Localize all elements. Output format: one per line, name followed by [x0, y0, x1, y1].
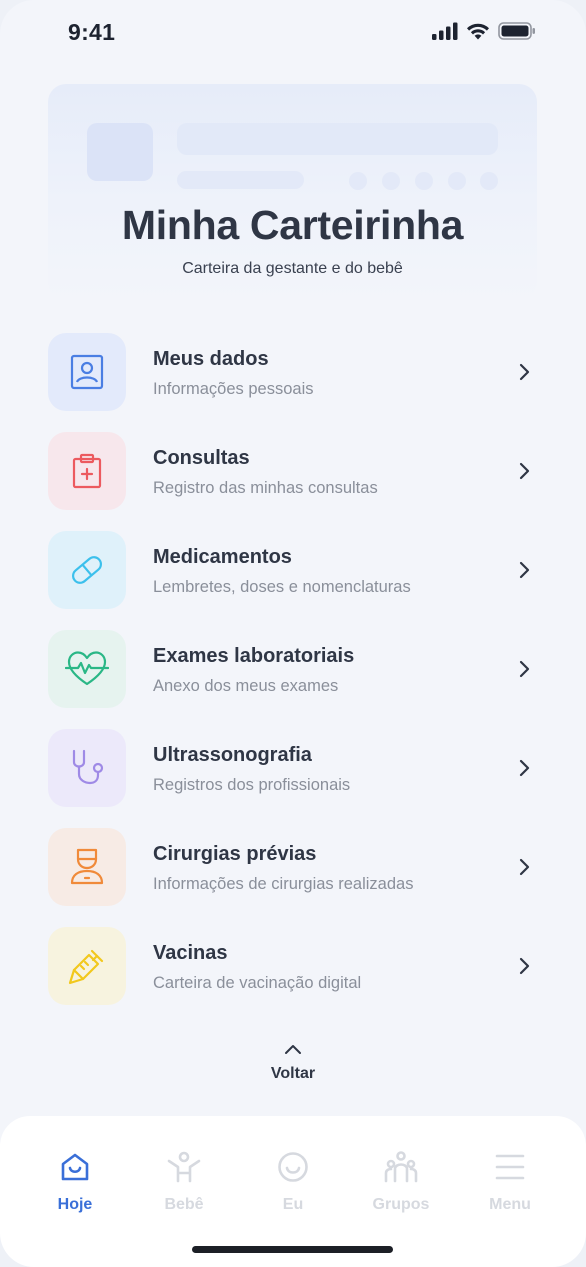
menu-item-title: Vacinas [153, 942, 228, 964]
icon-tile [48, 333, 126, 411]
pill-icon [72, 556, 102, 584]
wifi-icon [467, 23, 489, 40]
menu-item-subtitle: Carteira de vacinação digital [153, 974, 362, 992]
tab-label: Menu [489, 1196, 531, 1213]
skeleton-dot [448, 172, 466, 190]
tab-label: Eu [282, 1196, 304, 1213]
tab-hoje[interactable]: Hoje [20, 1148, 130, 1214]
icon-tile [48, 531, 126, 609]
menu-item-subtitle: Informações pessoais [153, 380, 314, 398]
skeleton-block [87, 123, 153, 181]
skeleton-dot [382, 172, 400, 190]
tab-label: Hoje [57, 1196, 93, 1213]
menu-list: Meus dados Informações pessoais Consulta… [48, 333, 538, 1026]
menu-item-subtitle: Informações de cirurgias realizadas [153, 875, 414, 893]
menu-item-vacinas[interactable]: Vacinas Carteira de vacinação digital [48, 927, 538, 1026]
icon-tile [48, 432, 126, 510]
menu-item-subtitle: Anexo dos meus exames [153, 677, 339, 695]
menu-item-meus-dados[interactable]: Meus dados Informações pessoais [48, 333, 538, 432]
back-label: Voltar [270, 1065, 316, 1082]
chevron-right-icon [519, 660, 530, 678]
menu-item-ultrassonografia[interactable]: Ultrassonografia Registros dos profissio… [48, 729, 538, 828]
skeleton-dot [349, 172, 367, 190]
syringe-icon [68, 949, 104, 985]
tab-bebe[interactable]: Bebê [129, 1148, 239, 1214]
menu-item-title: Exames laboratoriais [153, 645, 355, 667]
chevron-right-icon [519, 462, 530, 480]
page-title: Minha Carteirinha [121, 202, 464, 248]
chevron-right-icon [519, 957, 530, 975]
menu-item-title: Meus dados [153, 348, 269, 370]
status-bar: 9:41 [0, 0, 586, 64]
signal-icon [432, 22, 458, 40]
icon-tile [48, 828, 126, 906]
skeleton-dot [415, 172, 433, 190]
phone-screen: 9:41 Minha Carteirinha Carteira da gesta… [0, 0, 586, 1267]
menu-item-exames-laboratoriais[interactable]: Exames laboratoriais Anexo dos meus exam… [48, 630, 538, 729]
menu-item-subtitle: Lembretes, doses e nomenclaturas [153, 578, 411, 596]
icon-tile [48, 630, 126, 708]
heart-pulse-icon [65, 651, 109, 686]
menu-item-cirurgias-previas[interactable]: Cirurgias prévias Informações de cirurgi… [48, 828, 538, 927]
battery-icon [498, 22, 535, 40]
surgeon-icon [70, 848, 104, 885]
menu-item-title: Consultas [153, 447, 250, 469]
id-card-icon [70, 354, 104, 390]
skeleton-bar [177, 171, 304, 189]
chevron-right-icon [519, 363, 530, 381]
hamburger-menu-icon [495, 1154, 525, 1180]
tab-eu[interactable]: Eu [238, 1148, 348, 1214]
icon-tile [48, 927, 126, 1005]
status-icons [432, 22, 536, 40]
tab-grupos[interactable]: Grupos [346, 1148, 456, 1214]
menu-item-title: Medicamentos [153, 546, 292, 568]
menu-item-subtitle: Registro das minhas consultas [153, 479, 378, 497]
menu-item-title: Ultrassonografia [153, 744, 312, 766]
menu-item-subtitle: Registros dos profissionais [153, 776, 351, 794]
page-subtitle: Carteira da gestante e do bebê [182, 260, 403, 277]
tab-bar: Hoje Bebê Eu Grupos Menu [0, 1116, 586, 1267]
skeleton-bar [177, 123, 498, 155]
menu-item-consultas[interactable]: Consultas Registro das minhas consultas [48, 432, 538, 531]
tab-label: Grupos [372, 1196, 430, 1213]
tab-menu[interactable]: Menu [455, 1148, 565, 1214]
tab-label: Bebê [164, 1196, 204, 1213]
home-indicator [192, 1246, 393, 1253]
group-icon [384, 1151, 418, 1183]
stethoscope-icon [72, 749, 104, 785]
home-icon [61, 1153, 89, 1181]
icon-tile [48, 729, 126, 807]
menu-item-medicamentos[interactable]: Medicamentos Lembretes, doses e nomencla… [48, 531, 538, 630]
clipboard-medical-icon [72, 453, 102, 489]
smile-icon [278, 1152, 308, 1182]
chevron-up-icon [285, 1045, 301, 1054]
skeleton-dot [480, 172, 498, 190]
chevron-right-icon [519, 858, 530, 876]
baby-icon [167, 1151, 201, 1183]
menu-item-title: Cirurgias prévias [153, 843, 317, 865]
header-card: Minha Carteirinha Carteira da gestante e… [48, 84, 537, 300]
status-time: 9:41 [68, 19, 116, 45]
chevron-right-icon [519, 759, 530, 777]
chevron-right-icon [519, 561, 530, 579]
back-button[interactable]: Voltar [243, 1042, 343, 1094]
